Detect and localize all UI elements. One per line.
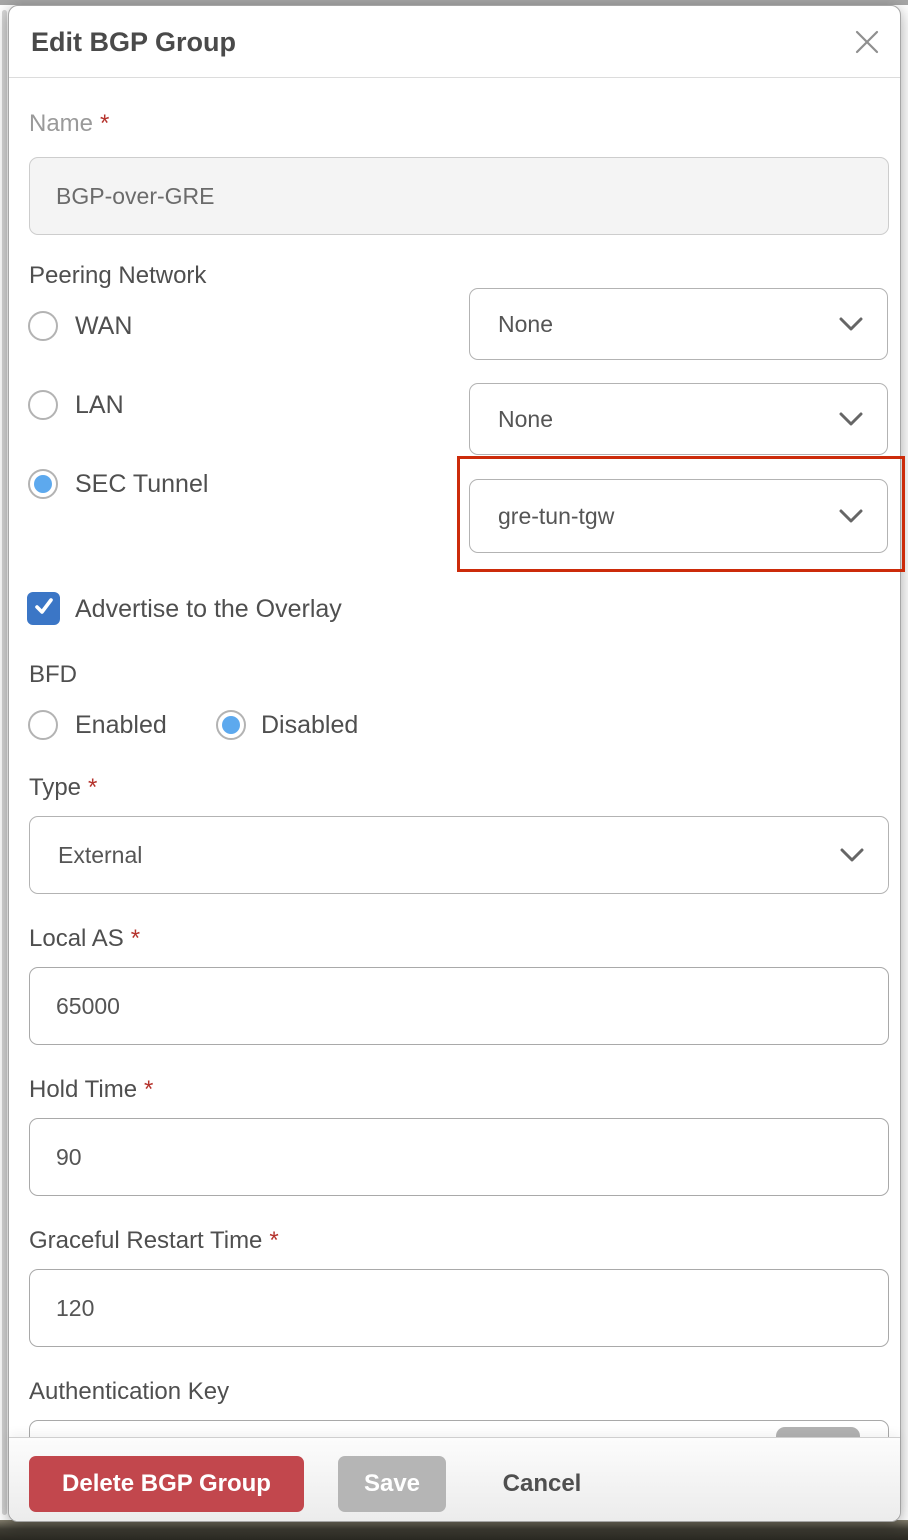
hold-time-input[interactable]: 90	[29, 1118, 889, 1196]
required-asterisk: *	[131, 925, 140, 952]
chevron-down-icon	[840, 848, 864, 863]
radio-bfd-enabled[interactable]	[28, 710, 58, 740]
background-scrollbar[interactable]	[2, 10, 7, 1515]
local-as-label: Local AS*	[29, 925, 140, 953]
chevron-down-icon	[839, 412, 863, 427]
radio-bfd-disabled[interactable]	[216, 710, 246, 740]
bfd-label: BFD	[29, 661, 77, 689]
delete-bgp-group-button[interactable]: Delete BGP Group	[29, 1456, 304, 1512]
required-asterisk: *	[100, 110, 109, 137]
radio-bfd-enabled-label: Enabled	[75, 711, 167, 740]
type-select[interactable]: External	[29, 816, 889, 894]
local-as-input[interactable]: 65000	[29, 967, 889, 1045]
checkmark-icon	[32, 594, 56, 623]
radio-lan[interactable]	[28, 390, 58, 420]
sec-tunnel-select-value: gre-tun-tgw	[498, 503, 614, 530]
sec-tunnel-select[interactable]: gre-tun-tgw	[469, 479, 888, 553]
lan-network-select[interactable]: None	[469, 383, 888, 455]
edit-bgp-group-dialog: Edit BGP Group Name* BGP-over-GRE Peerin…	[8, 5, 901, 1522]
required-asterisk: *	[269, 1227, 278, 1254]
advertise-overlay-checkbox[interactable]	[27, 592, 60, 625]
radio-wan[interactable]	[28, 311, 58, 341]
wan-network-select-value: None	[498, 311, 553, 338]
wan-network-select[interactable]: None	[469, 288, 888, 360]
required-asterisk: *	[144, 1076, 153, 1103]
dialog-footer: Delete BGP Group Save Cancel	[9, 1437, 900, 1521]
name-label: Name*	[29, 110, 109, 138]
authentication-key-label: Authentication Key	[29, 1378, 229, 1406]
peering-network-label: Peering Network	[29, 262, 206, 290]
radio-sec-tunnel-label: SEC Tunnel	[75, 470, 208, 499]
hold-time-label: Hold Time*	[29, 1076, 153, 1104]
close-icon	[854, 29, 880, 58]
graceful-restart-time-input[interactable]: 120	[29, 1269, 889, 1347]
required-asterisk: *	[88, 774, 97, 801]
dialog-title: Edit BGP Group	[31, 6, 236, 78]
advertise-overlay-label: Advertise to the Overlay	[75, 595, 342, 624]
radio-sec-tunnel[interactable]	[28, 469, 58, 499]
background-content-strip	[0, 1520, 908, 1540]
radio-wan-label: WAN	[75, 312, 132, 341]
chevron-down-icon	[839, 509, 863, 524]
type-label: Type*	[29, 774, 97, 802]
close-button[interactable]	[846, 22, 888, 64]
lan-network-select-value: None	[498, 406, 553, 433]
name-input: BGP-over-GRE	[29, 157, 889, 235]
radio-lan-label: LAN	[75, 391, 124, 420]
dialog-header: Edit BGP Group	[9, 6, 900, 78]
type-select-value: External	[58, 842, 142, 869]
cancel-button[interactable]: Cancel	[477, 1456, 607, 1512]
save-button[interactable]: Save	[338, 1456, 446, 1512]
radio-bfd-disabled-label: Disabled	[261, 711, 358, 740]
graceful-restart-time-label: Graceful Restart Time*	[29, 1227, 279, 1255]
chevron-down-icon	[839, 317, 863, 332]
